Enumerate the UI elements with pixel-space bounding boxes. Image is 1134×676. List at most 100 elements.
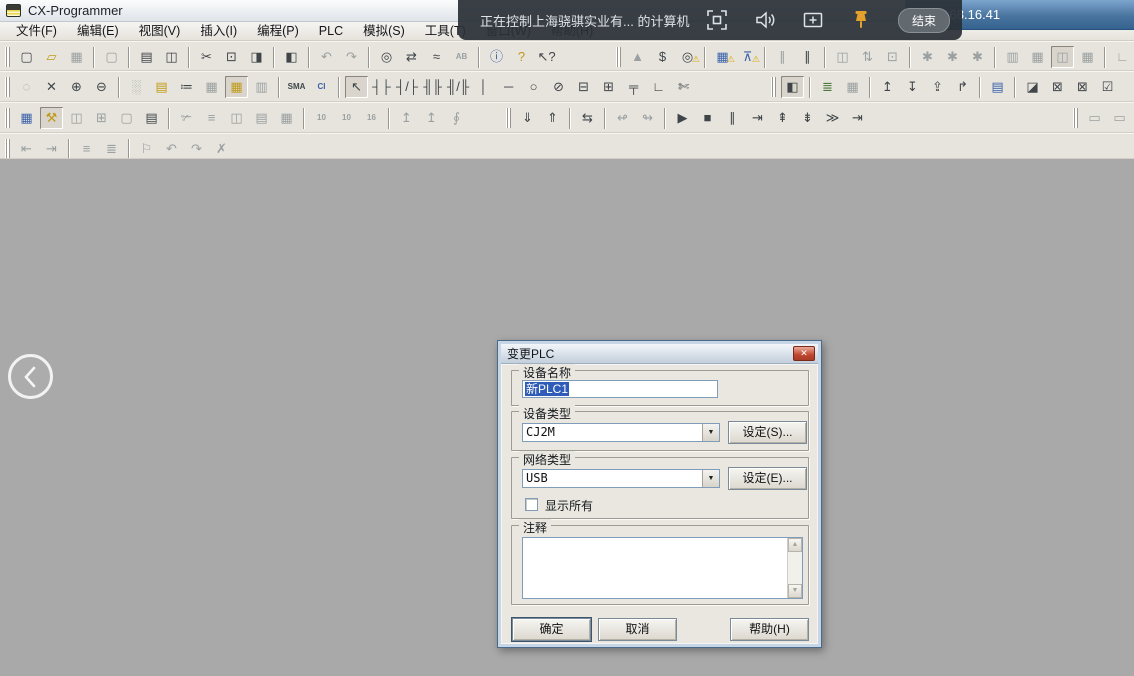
symbol-view-icon[interactable]: ▦ xyxy=(275,107,298,129)
rung-list-icon[interactable]: ≡ xyxy=(75,138,98,159)
layers-icon[interactable]: ≣ xyxy=(816,76,839,98)
differential-monitor-icon[interactable]: ∮ xyxy=(445,107,468,129)
pin-icon[interactable] xyxy=(850,9,872,31)
toolbar-grip[interactable] xyxy=(5,47,10,67)
toolbar-grip[interactable] xyxy=(5,77,10,97)
window-tile-icon[interactable]: ⊞ xyxy=(90,107,113,129)
menu-program[interactable]: 编程(P) xyxy=(247,22,309,41)
toolbar-grip[interactable] xyxy=(506,108,511,128)
address-list-icon[interactable]: ≔ xyxy=(175,76,198,98)
sim-step-in-icon[interactable]: ⇞ xyxy=(771,107,794,129)
toolbar-grip[interactable] xyxy=(771,77,776,97)
online-transfer-icon[interactable]: ⊼⚠ xyxy=(736,46,759,68)
comment-view-icon[interactable]: CI xyxy=(310,76,333,98)
radix-hex-icon[interactable]: 16 xyxy=(360,107,383,129)
help-icon[interactable]: ? xyxy=(510,46,533,68)
online-edit-send-icon[interactable]: ↬ xyxy=(636,107,659,129)
address-bar-icon[interactable]: ▤ xyxy=(986,76,1009,98)
find-symbol-icon[interactable]: ≈ xyxy=(425,46,448,68)
sim-stop-icon[interactable]: ■ xyxy=(696,107,719,129)
toolbar-grip[interactable] xyxy=(5,108,10,128)
calendar-icon[interactable]: ▦ xyxy=(841,76,864,98)
network-type-combobox[interactable]: USB ▼ xyxy=(522,469,720,488)
copy-icon[interactable]: ⊡ xyxy=(220,46,243,68)
flag-clear-icon[interactable]: ✗ xyxy=(210,138,233,159)
redo-icon[interactable]: ↷ xyxy=(340,46,363,68)
add-watch-icon[interactable]: ⇪ xyxy=(926,76,949,98)
replace-icon[interactable]: ⇄ xyxy=(400,46,423,68)
new-closed-contact-icon[interactable]: ┤/├ xyxy=(395,76,419,98)
menu-simulation[interactable]: 模拟(S) xyxy=(353,22,415,41)
sim-pause-icon[interactable]: ∥ xyxy=(721,107,744,129)
paste-special-icon[interactable]: ◧ xyxy=(280,46,303,68)
build-icon[interactable]: ⚒ xyxy=(40,107,63,129)
rung-jump-icon[interactable]: ≣ xyxy=(100,138,123,159)
monitor-2-icon[interactable]: ↥ xyxy=(420,107,443,129)
print-icon[interactable]: ▤ xyxy=(135,46,158,68)
program-check-icon[interactable]: ◫ xyxy=(831,46,854,68)
menu-view[interactable]: 视图(V) xyxy=(129,22,191,41)
new-coil-icon[interactable]: ○ xyxy=(522,76,545,98)
network-type-settings-button[interactable]: 设定(E)... xyxy=(728,467,807,490)
toolbar-grip[interactable] xyxy=(5,139,10,159)
find-icon[interactable]: ◎ xyxy=(375,46,398,68)
cross-reference-icon[interactable]: ✃ xyxy=(175,107,198,129)
sim-run-to-cursor-icon[interactable]: ⇥ xyxy=(846,107,869,129)
rename-icon[interactable]: AB xyxy=(450,46,473,68)
program-view-icon[interactable]: ▤ xyxy=(250,107,273,129)
comment-textarea[interactable]: ▲ ▼ xyxy=(522,537,803,599)
monitor-mode-icon[interactable]: ◎⚠ xyxy=(676,46,699,68)
new-or-closed-contact-icon[interactable]: ╢/╟ xyxy=(446,76,470,98)
step-trace-icon[interactable]: ∟ xyxy=(1111,46,1134,68)
menu-plc[interactable]: PLC xyxy=(309,22,353,41)
insert-rung-above-icon[interactable]: ↥ xyxy=(876,76,899,98)
insert-rung-below-icon[interactable]: ↧ xyxy=(901,76,924,98)
monitor-grid-icon[interactable]: ▦ xyxy=(200,76,223,98)
compare-program-icon[interactable]: ⊡ xyxy=(881,46,904,68)
edit-mode-icon[interactable]: ◧ xyxy=(781,76,804,98)
pause-monitor-icon[interactable]: ∥ xyxy=(771,46,794,68)
toolbar-grip[interactable] xyxy=(1073,108,1078,128)
rung-comment-icon[interactable]: ▤ xyxy=(150,76,173,98)
force-cancel-icon[interactable]: ✱ xyxy=(966,46,989,68)
online-edit-begin-icon[interactable]: ↫ xyxy=(611,107,634,129)
grid-icon[interactable]: ░ xyxy=(125,76,148,98)
info-icon[interactable]: ⓘ xyxy=(485,46,508,68)
ok-button[interactable]: 确定 xyxy=(512,618,591,641)
io-comment-icon[interactable]: ≡ xyxy=(200,107,223,129)
print-preview-icon[interactable]: ◫ xyxy=(160,46,183,68)
zoom-out-icon[interactable]: ⊖ xyxy=(90,76,113,98)
vertical-line-icon[interactable]: │ xyxy=(472,76,495,98)
io-table-icon[interactable]: ▥ xyxy=(1001,46,1024,68)
new-or-contact-icon[interactable]: ╢╟ xyxy=(421,76,444,98)
properties-icon[interactable]: ▤ xyxy=(140,107,163,129)
save-icon[interactable]: ▦ xyxy=(65,46,88,68)
sim-continuous-icon[interactable]: ≫ xyxy=(821,107,844,129)
plc-clock-icon[interactable]: ▦ xyxy=(1076,46,1099,68)
plc-settings-icon[interactable]: ◫ xyxy=(1051,46,1074,68)
force-reset-icon[interactable]: ✱ xyxy=(941,46,964,68)
flag-back-icon[interactable]: ↶ xyxy=(160,138,183,159)
zoom-tool-icon[interactable]: ◌ xyxy=(15,76,38,98)
radix-signed-decimal-icon[interactable]: 10 xyxy=(335,107,358,129)
cross-ref-window-icon[interactable]: ⊠ xyxy=(1071,76,1094,98)
undo-icon[interactable]: ↶ xyxy=(315,46,338,68)
show-all-checkbox[interactable] xyxy=(525,498,538,511)
menu-file[interactable]: 文件(F) xyxy=(6,22,67,41)
context-help-icon[interactable]: ↖? xyxy=(535,46,558,68)
fullscreen-icon[interactable] xyxy=(706,9,728,31)
online-device-icon[interactable]: ▦⚠ xyxy=(711,46,734,68)
compile-icon[interactable]: ▢ xyxy=(100,46,123,68)
split-screen-icon[interactable] xyxy=(802,9,824,31)
chevron-down-icon[interactable]: ▼ xyxy=(702,470,719,487)
indent-icon[interactable]: ⇥ xyxy=(40,138,63,159)
pause-icon[interactable]: ∥ xyxy=(796,46,819,68)
window-cascade-icon[interactable]: ◫ xyxy=(65,107,88,129)
symbol-bar-icon[interactable]: ▦ xyxy=(225,76,248,98)
back-circle-button[interactable] xyxy=(8,354,53,399)
device-type-settings-button[interactable]: 设定(S)... xyxy=(728,421,807,444)
zoom-cross-icon[interactable]: ✕ xyxy=(40,76,63,98)
new-pid-instruction-icon[interactable]: ⊞ xyxy=(597,76,620,98)
speaker-icon[interactable] xyxy=(754,9,776,31)
flag-set-icon[interactable]: ⚐ xyxy=(135,138,158,159)
